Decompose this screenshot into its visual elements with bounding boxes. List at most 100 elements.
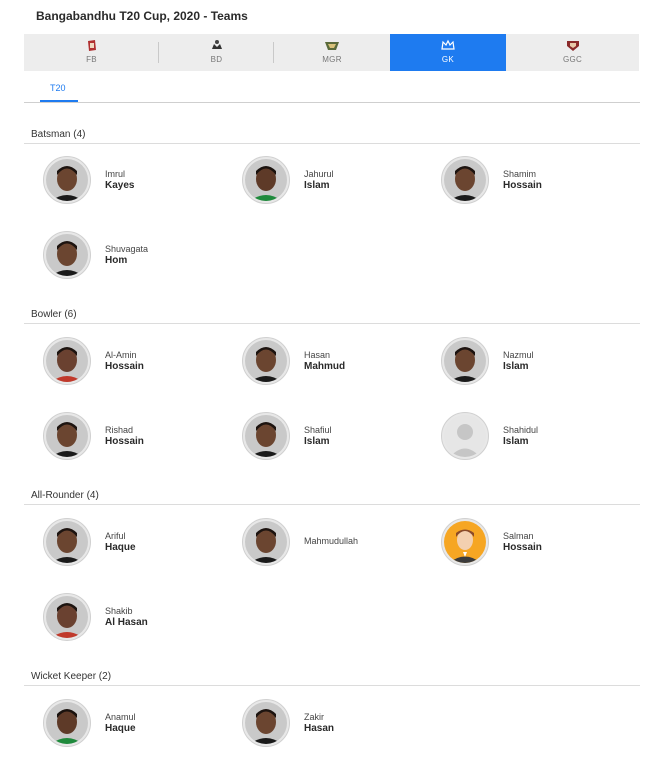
player-name: Shamim Hossain	[503, 169, 542, 191]
player-last-name: Hossain	[503, 180, 542, 191]
tab-label: FB	[86, 55, 97, 64]
player-first-name: Mahmudullah	[304, 536, 359, 546]
player-last-name: Kayes	[105, 180, 135, 191]
player-last-name: Islam	[304, 436, 330, 447]
player-avatar	[43, 231, 91, 279]
player-first-name: Nazmul	[503, 350, 534, 360]
tab-ggc[interactable]: GGC	[506, 34, 639, 71]
tab-label: MGR	[322, 55, 342, 64]
player-name: Hasan Mahmud	[304, 350, 345, 372]
player-name: Jahurul Islam	[304, 169, 334, 191]
player-last-name: Hasan	[304, 723, 335, 734]
player-avatar	[441, 156, 489, 204]
player-first-name: Shuvagata	[105, 244, 149, 254]
player-last-name: Al Hasan	[105, 617, 148, 628]
player-last-name: Hossain	[105, 436, 144, 447]
player-avatar	[43, 518, 91, 566]
section-title: Batsman (4)	[31, 129, 86, 140]
player-card[interactable]: Shakib Al Hasan	[43, 593, 233, 643]
player-first-name: Imrul	[105, 169, 125, 179]
player-avatar	[441, 518, 489, 566]
player-name: Ariful Haque	[105, 531, 136, 553]
player-name: Rishad Hossain	[105, 425, 144, 447]
gk-logo-icon	[441, 39, 455, 50]
format-tab-t20[interactable]: T20	[50, 83, 66, 93]
player-card[interactable]: Jahurul Islam	[242, 156, 432, 206]
player-avatar	[43, 337, 91, 385]
player-last-name: Islam	[503, 436, 529, 447]
player-name: Shahidul Islam	[503, 425, 538, 447]
player-card[interactable]: Zakir Hasan	[242, 699, 432, 749]
player-avatar	[441, 412, 489, 460]
team-tabs: FB BD MGR GK GGC	[24, 34, 639, 71]
player-avatar	[242, 156, 290, 204]
player-avatar	[242, 337, 290, 385]
player-card[interactable]: Rishad Hossain	[43, 412, 233, 462]
player-first-name: Jahurul	[304, 169, 334, 179]
player-last-name: Islam	[304, 180, 330, 191]
player-card[interactable]: Hasan Mahmud	[242, 337, 432, 387]
tab-label: BD	[210, 55, 223, 64]
mgr-logo-icon	[325, 42, 339, 50]
section-title: Wicket Keeper (2)	[31, 671, 112, 682]
player-first-name: Hasan	[304, 350, 331, 360]
player-card[interactable]: Salman Hossain	[441, 518, 631, 568]
player-last-name: Hossain	[503, 542, 542, 553]
section-divider	[24, 143, 640, 144]
player-avatar	[242, 699, 290, 747]
player-name: Zakir Hasan	[304, 712, 334, 734]
player-first-name: Shafiul	[304, 425, 332, 435]
player-card[interactable]: Imrul Kayes	[43, 156, 233, 206]
player-last-name: Hossain	[105, 361, 144, 372]
tab-gk[interactable]: GK	[390, 34, 506, 71]
player-first-name: Anamul	[105, 712, 136, 722]
player-avatar	[242, 412, 290, 460]
player-avatar	[43, 156, 91, 204]
player-card[interactable]: Nazmul Islam	[441, 337, 631, 387]
section-divider	[24, 685, 640, 686]
ggc-logo-icon	[566, 41, 579, 51]
tab-mgr[interactable]: MGR	[274, 34, 390, 71]
player-name: Shakib Al Hasan	[105, 606, 148, 628]
cartoon-avatar-icon	[444, 521, 486, 563]
player-card[interactable]: Al-Amin Hossain	[43, 337, 233, 387]
player-last-name: Haque	[105, 723, 136, 734]
player-first-name: Ariful	[105, 531, 126, 541]
player-name: Imrul Kayes	[105, 169, 134, 191]
user-placeholder-icon	[444, 415, 486, 457]
player-avatar	[43, 593, 91, 641]
player-name: Nazmul Islam	[503, 350, 534, 372]
player-name: Salman Hossain	[503, 531, 542, 553]
player-name: Shuvagata Hom	[105, 244, 148, 266]
page-title: Bangabandhu T20 Cup, 2020 - Teams	[36, 9, 248, 23]
player-first-name: Shakib	[105, 606, 133, 616]
player-avatar	[43, 412, 91, 460]
player-card[interactable]: Shamim Hossain	[441, 156, 631, 206]
format-tab-divider	[24, 102, 640, 103]
tab-label: GGC	[562, 55, 583, 64]
tab-label: GK	[441, 55, 455, 64]
player-last-name: Mahmud	[304, 361, 346, 372]
tab-bd[interactable]: BD	[159, 34, 274, 71]
player-card[interactable]: Shahidul Islam	[441, 412, 631, 462]
player-avatar	[242, 518, 290, 566]
player-card[interactable]: Shuvagata Hom	[43, 231, 233, 281]
player-first-name: Shamim	[503, 169, 537, 179]
player-name: Al-Amin Hossain	[105, 350, 144, 372]
player-card[interactable]: Shafiul Islam	[242, 412, 432, 462]
player-card[interactable]: Anamul Haque	[43, 699, 233, 749]
bd-logo-icon	[211, 40, 222, 49]
player-name: Shafiul Islam	[304, 425, 332, 447]
player-avatar	[441, 337, 489, 385]
player-card[interactable]: Ariful Haque	[43, 518, 233, 568]
section-title: All-Rounder (4)	[31, 490, 99, 501]
player-first-name: Rishad	[105, 425, 134, 435]
tab-fb[interactable]: FB	[24, 34, 159, 71]
player-name: Mahmudullah	[304, 536, 358, 547]
player-card[interactable]: Mahmudullah	[242, 518, 432, 568]
player-last-name: Islam	[503, 361, 529, 372]
player-last-name: Hom	[105, 255, 128, 266]
fb-logo-icon	[87, 40, 96, 51]
player-name: Anamul Haque	[105, 712, 136, 734]
section-title: Bowler (6)	[31, 309, 77, 320]
